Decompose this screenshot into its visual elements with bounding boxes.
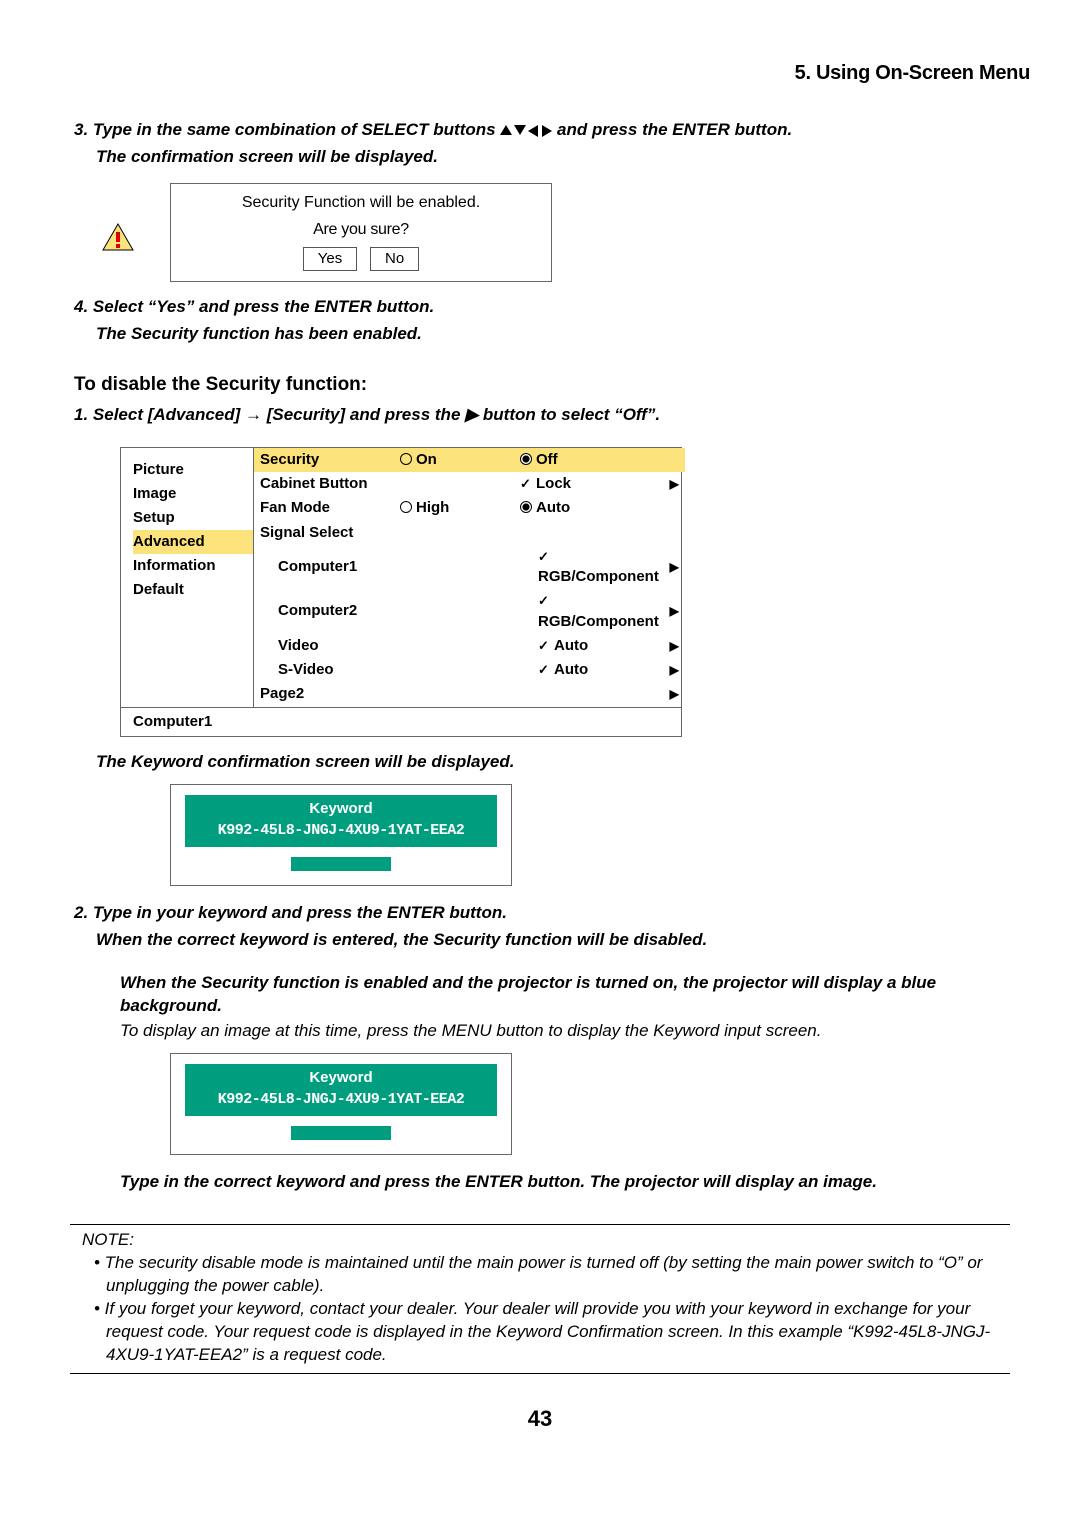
step-3-cont: The confirmation screen will be displaye… [96,146,1030,169]
step-2-cont: When the correct keyword is entered, the… [96,929,1030,952]
note-1: • The security disable mode is maintaine… [94,1252,1010,1298]
keyword-title: Keyword [185,799,497,819]
kw-confirm-text: The Keyword confirmation screen will be … [96,751,1030,774]
step-4-cont: The Security function has been enabled. [96,323,1030,346]
step-2: 2. Type in your keyword and press the EN… [74,902,1030,925]
keyword-code-2: K992-45L8-JNGJ-4XU9-1YAT-EEA2 [185,1090,497,1110]
menu-row[interactable]: Signal Select [254,521,685,545]
menu-left-item[interactable]: Picture [133,458,253,482]
menu-left-list: PictureImageSetupAdvancedInformationDefa… [121,448,253,707]
confirmation-dialog: Security Function will be enabled. Are y… [170,183,552,282]
keyword-dialog-2: Keyword K992-45L8-JNGJ-4XU9-1YAT-EEA2 [170,1053,512,1156]
arrow-cluster-icon [500,120,557,139]
keyword-input-2[interactable] [291,1126,391,1140]
disable-heading: To disable the Security function: [74,372,1030,398]
keyword-dialog-1: Keyword K992-45L8-JNGJ-4XU9-1YAT-EEA2 [170,784,512,887]
note-2: • If you forget your keyword, contact yo… [94,1298,1010,1367]
dialog-yes-button[interactable]: Yes [303,247,357,271]
dialog-line1: Security Function will be enabled. [171,192,551,214]
blue-bg-note: When the Security function is enabled an… [120,972,1030,1018]
blue-bg-note-2: To display an image at this time, press … [120,1020,1030,1043]
menu-row[interactable]: SecurityOnOff [254,448,685,472]
page: 5. Using On-Screen Menu 3. Type in the s… [0,0,1080,1526]
menu-row[interactable]: Page2▶ [254,682,685,706]
dialog-no-button[interactable]: No [370,247,419,271]
disable-step-1: 1. Select [Advanced] → [Security] and pr… [74,404,1030,427]
dialog-line2: Are you sure? [171,219,551,241]
menu-left-item[interactable]: Image [133,482,253,506]
menu-left-item[interactable]: Setup [133,506,253,530]
keyword-code: K992-45L8-JNGJ-4XU9-1YAT-EEA2 [185,821,497,841]
step-3: 3. Type in the same combination of SELEC… [74,119,1030,142]
menu-row[interactable]: Computer2✓RGB/Component▶ [254,589,685,634]
menu-left-item[interactable]: Advanced [133,530,253,554]
menu-row[interactable]: Video✓Auto▶ [254,634,685,658]
menu-right-panel: SecurityOnOffCabinet Button✓Lock▶Fan Mod… [253,448,685,707]
menu-left-item[interactable]: Default [133,578,253,602]
warning-icon [101,222,135,259]
page-number: 43 [50,1404,1030,1434]
keyword-input[interactable] [291,857,391,871]
step-4: 4. Select “Yes” and press the ENTER butt… [74,296,1030,319]
note-label: NOTE: [82,1229,1030,1252]
menu-left-item[interactable]: Information [133,554,253,578]
menu-row[interactable]: Computer1✓RGB/Component▶ [254,545,685,590]
menu-row[interactable]: S-Video✓Auto▶ [254,658,685,682]
menu-row[interactable]: Cabinet Button✓Lock▶ [254,472,685,496]
keyword-title-2: Keyword [185,1068,497,1088]
menu-row[interactable]: Fan ModeHighAuto [254,496,685,520]
final-line: Type in the correct keyword and press th… [120,1171,1030,1194]
menu-status-bar: Computer1 [121,707,681,736]
section-header: 5. Using On-Screen Menu [50,60,1030,87]
osd-menu: PictureImageSetupAdvancedInformationDefa… [120,447,682,737]
